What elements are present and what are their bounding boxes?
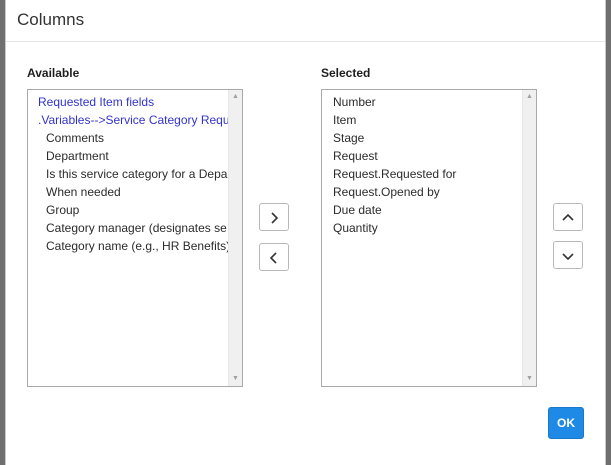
add-column-button[interactable] xyxy=(259,203,289,231)
available-list-items: Requested Item fields .Variables-->Servic… xyxy=(28,93,228,386)
available-list-item[interactable]: Category manager (designates se xyxy=(28,219,228,237)
available-list-item[interactable]: Group xyxy=(28,201,228,219)
available-list-item[interactable]: Comments xyxy=(28,129,228,147)
available-label: Available xyxy=(27,66,80,80)
available-group-header[interactable]: .Variables-->Service Category Requ xyxy=(28,111,228,129)
selected-list-item[interactable]: Request.Requested for xyxy=(322,165,522,183)
selected-list-item[interactable]: Quantity xyxy=(322,219,522,237)
chevron-right-icon xyxy=(271,212,279,224)
available-list-item[interactable]: Category name (e.g., HR Benefits) xyxy=(28,237,228,255)
selected-list-items: Number Item Stage Request Request.Requested … xyxy=(322,93,522,386)
columns-dialog: Columns Available Selected Requested Ite… xyxy=(5,0,606,465)
move-up-button[interactable] xyxy=(553,203,583,231)
available-list-item[interactable]: Department xyxy=(28,147,228,165)
triangle-up-icon[interactable]: ▲ xyxy=(229,90,242,104)
available-list-item[interactable]: When needed xyxy=(28,183,228,201)
move-down-button[interactable] xyxy=(553,241,583,269)
selected-list-item[interactable]: Number xyxy=(322,93,522,111)
triangle-down-icon[interactable]: ▼ xyxy=(229,372,242,386)
selected-list-item[interactable]: Request xyxy=(322,147,522,165)
selected-list-item[interactable]: Item xyxy=(322,111,522,129)
selected-list[interactable]: Number Item Stage Request Request.Requested … xyxy=(321,89,537,387)
dialog-title: Columns xyxy=(17,10,85,29)
dialog-header: Columns xyxy=(6,0,605,42)
available-scrollbar[interactable]: ▲ ▼ xyxy=(228,90,242,386)
triangle-down-icon[interactable]: ▼ xyxy=(523,372,536,386)
available-list-item[interactable]: Is this service category for a Depa xyxy=(28,165,228,183)
chevron-up-icon xyxy=(562,213,574,221)
remove-column-button[interactable] xyxy=(259,243,289,271)
chevron-left-icon xyxy=(269,252,277,264)
selected-list-item[interactable]: Due date xyxy=(322,201,522,219)
chevron-down-icon xyxy=(562,253,574,261)
available-group-header[interactable]: Requested Item fields xyxy=(28,93,228,111)
ok-button[interactable]: OK xyxy=(548,407,584,439)
selected-list-item[interactable]: Stage xyxy=(322,129,522,147)
selected-list-item[interactable]: Request.Opened by xyxy=(322,183,522,201)
available-list[interactable]: Requested Item fields .Variables-->Servic… xyxy=(27,89,243,387)
triangle-up-icon[interactable]: ▲ xyxy=(523,90,536,104)
selected-label: Selected xyxy=(321,66,371,80)
selected-scrollbar[interactable]: ▲ ▼ xyxy=(522,90,536,386)
